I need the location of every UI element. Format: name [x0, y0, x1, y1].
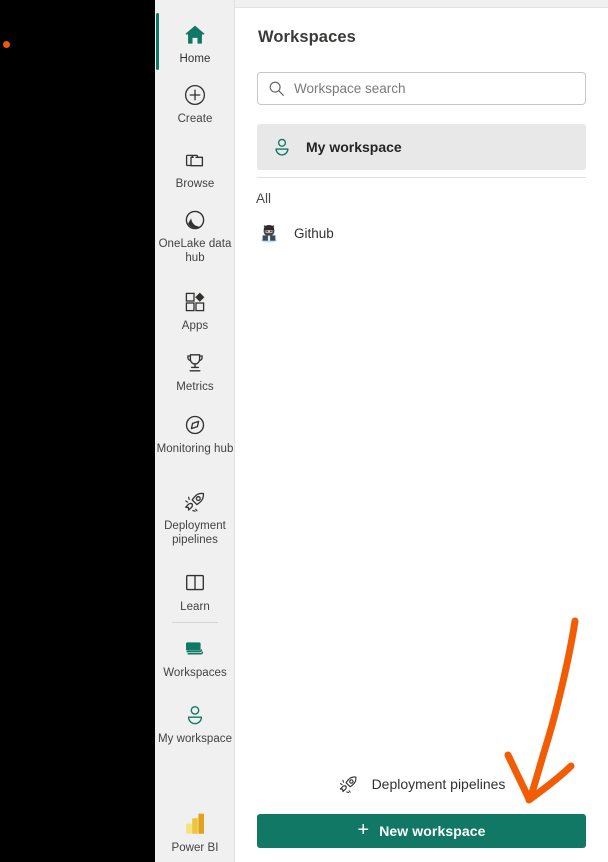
- sidebar-label-browse: Browse: [175, 178, 215, 190]
- sidebar-label-create: Create: [177, 113, 213, 125]
- github-avatar-icon: [258, 222, 280, 244]
- trophy-icon: [180, 348, 210, 378]
- onelake-icon: [180, 205, 210, 235]
- apps-grid-icon: [180, 287, 210, 317]
- person-icon: [180, 700, 210, 730]
- sidebar-item-monitoring-hub[interactable]: Monitoring hub: [155, 410, 234, 457]
- sidebar-item-learn[interactable]: Learn: [155, 568, 234, 615]
- sidebar-item-apps[interactable]: Apps: [155, 287, 234, 334]
- sidebar-item-deployment-pipelines[interactable]: Deployment pipelines: [155, 487, 234, 547]
- sidebar-item-my-workspace[interactable]: My workspace: [155, 700, 234, 747]
- sidebar-label-apps: Apps: [181, 320, 209, 332]
- page-title: Workspaces: [258, 28, 356, 46]
- sidebar-label-my-workspace: My workspace: [157, 733, 233, 745]
- list-item[interactable]: Github: [258, 222, 334, 244]
- new-workspace-label: New workspace: [379, 823, 486, 839]
- sidebar-label-monitoring-hub: Monitoring hub: [156, 443, 234, 455]
- book-icon: [180, 568, 210, 598]
- orange-dot-artifact: [3, 41, 10, 48]
- nav-divider: [172, 622, 218, 623]
- sidebar-item-home[interactable]: Home: [155, 20, 234, 67]
- workspaces-panel: Workspaces My workspace: [235, 0, 608, 862]
- sidebar-item-power-bi[interactable]: Power BI: [155, 809, 234, 856]
- sidebar-item-create[interactable]: Create: [155, 80, 234, 127]
- folder-icon: [180, 145, 210, 175]
- deployment-pipelines-label: Deployment pipelines: [371, 776, 506, 792]
- sidebar-label-power-bi: Power BI: [171, 842, 219, 854]
- power-bi-icon: [180, 809, 210, 839]
- sidebar-label-onelake-data-hub: OneLake data hub: [158, 238, 232, 264]
- section-header-all: All: [256, 191, 272, 206]
- monitoring-gauge-icon: [180, 410, 210, 440]
- workspaces-stack-icon: [180, 634, 210, 664]
- sidebar-label-learn: Learn: [180, 601, 210, 613]
- home-icon: [180, 20, 210, 50]
- sidebar-label-deployment-pipelines: Deployment pipelines: [164, 520, 226, 546]
- panel-top-strip: [235, 0, 608, 8]
- deployment-pipelines-link[interactable]: Deployment pipelines: [235, 773, 608, 795]
- sidebar-label-home: Home: [179, 53, 211, 65]
- left-nav-rail: Home Create Browse OneLake data hub Apps…: [155, 0, 235, 862]
- person-icon: [271, 136, 293, 158]
- plus-circle-icon: [180, 80, 210, 110]
- sidebar-label-metrics: Metrics: [176, 381, 214, 393]
- new-workspace-button[interactable]: + New workspace: [257, 814, 586, 848]
- rocket-icon: [338, 773, 360, 795]
- sidebar-item-onelake-data-hub[interactable]: OneLake data hub: [155, 205, 234, 265]
- search-input[interactable]: [294, 81, 575, 96]
- list-item-label: Github: [294, 225, 334, 241]
- sidebar-item-browse[interactable]: Browse: [155, 145, 234, 192]
- app-window: Home Create Browse OneLake data hub Apps…: [0, 0, 608, 862]
- sidebar-item-workspaces[interactable]: Workspaces: [155, 634, 234, 681]
- plus-icon: +: [357, 819, 370, 841]
- sidebar-item-metrics[interactable]: Metrics: [155, 348, 234, 395]
- pinned-my-workspace-row[interactable]: My workspace: [257, 124, 586, 170]
- sidebar-label-workspaces: Workspaces: [163, 667, 227, 679]
- rocket-icon: [180, 487, 210, 517]
- workspace-search-box[interactable]: [257, 72, 586, 105]
- search-icon: [268, 80, 285, 97]
- pinned-my-workspace-label: My workspace: [306, 139, 402, 155]
- panel-divider: [257, 177, 586, 178]
